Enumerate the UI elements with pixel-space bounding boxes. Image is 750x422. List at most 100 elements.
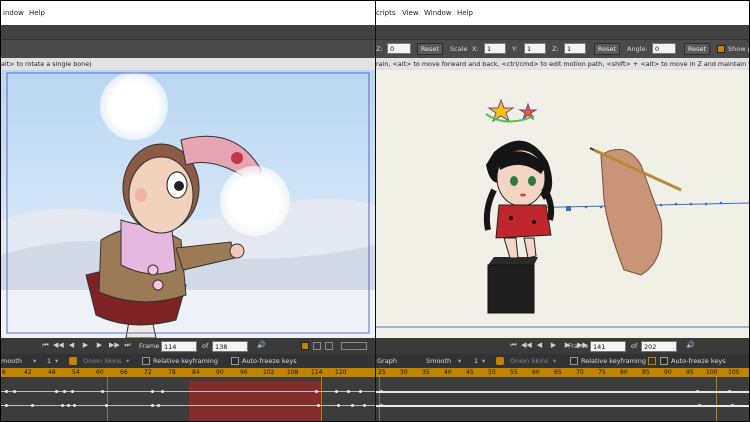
ruler-tick: 60: [96, 369, 104, 376]
menu-view[interactable]: View: [402, 9, 419, 17]
keyframe[interactable]: [67, 404, 70, 407]
scale-z-input[interactable]: 1: [564, 43, 586, 54]
ruler-tick: 80: [620, 369, 628, 376]
ruler-tick: 75: [598, 369, 606, 376]
graph-tab[interactable]: Graph: [377, 357, 397, 365]
show-path-label: Show p: [728, 45, 749, 53]
keyframe[interactable]: [73, 404, 76, 407]
frame-input[interactable]: 114: [161, 341, 197, 352]
ruler-tick: 54: [72, 369, 80, 376]
show-path-checkbox[interactable]: [717, 45, 725, 53]
keyframe[interactable]: [731, 404, 734, 407]
scale-y-input[interactable]: 1: [524, 43, 546, 54]
keyframe[interactable]: [335, 390, 338, 393]
keyframe[interactable]: [31, 404, 34, 407]
onion-skin-icon[interactable]: [496, 357, 504, 365]
total-frames-input[interactable]: 202: [641, 341, 677, 352]
left-scene: [1, 70, 375, 338]
dropdown-arrow-icon[interactable]: ▾: [482, 357, 485, 365]
keyframe[interactable]: [13, 390, 16, 393]
keyframe[interactable]: [63, 390, 66, 393]
ruler-tick: 48: [48, 369, 56, 376]
menu-scripts[interactable]: cripts: [376, 9, 396, 17]
speaker-icon[interactable]: 🔊: [257, 341, 266, 350]
dropdown-arrow-icon[interactable]: ▾: [458, 357, 461, 365]
timeline-tracks[interactable]: [376, 377, 749, 421]
interpolation-select[interactable]: Smooth: [426, 357, 451, 365]
angle-input[interactable]: 0: [652, 43, 676, 54]
keyframe[interactable]: [101, 390, 104, 393]
view-mode-icon[interactable]: [301, 342, 309, 350]
rewind-icon[interactable]: ⏮: [41, 341, 50, 350]
keyframe[interactable]: [315, 390, 318, 393]
menu-window[interactable]: indow: [3, 9, 24, 17]
step-back-icon[interactable]: ◀◀: [521, 341, 532, 350]
keyframe[interactable]: [157, 404, 160, 407]
prev-key-icon[interactable]: ◀: [67, 341, 76, 350]
frame-input[interactable]: 141: [590, 341, 626, 352]
play-icon[interactable]: ▶: [549, 341, 558, 350]
auto-freeze-checkbox[interactable]: [660, 357, 668, 365]
cycle-count[interactable]: 1: [47, 357, 51, 365]
timeline-ruler[interactable]: 25 30 35 40 45 50 55 60 65 70 75 80 85 9…: [376, 368, 749, 377]
right-canvas[interactable]: [376, 70, 749, 338]
keyframe[interactable]: [359, 390, 362, 393]
speaker-icon[interactable]: 🔊: [686, 341, 695, 350]
keyframe[interactable]: [337, 404, 340, 407]
reset-translate-button[interactable]: Reset: [417, 43, 443, 55]
end-icon[interactable]: ⏭: [123, 341, 132, 350]
total-frames-input[interactable]: 138: [212, 341, 248, 352]
scale-x-input[interactable]: 1: [484, 43, 506, 54]
keyframe[interactable]: [151, 390, 154, 393]
auto-freeze-checkbox[interactable]: [231, 357, 239, 365]
split-view-icon[interactable]: [325, 342, 333, 350]
left-canvas[interactable]: [1, 70, 375, 338]
step-back-icon[interactable]: ◀◀: [53, 341, 64, 350]
reset-angle-button[interactable]: Reset: [684, 43, 710, 55]
keyframe[interactable]: [5, 404, 8, 407]
relative-keyframing-checkbox[interactable]: [142, 357, 150, 365]
dropdown-arrow-icon[interactable]: ▾: [33, 357, 36, 365]
timeline-tracks[interactable]: [1, 377, 375, 421]
keyframe[interactable]: [363, 404, 366, 407]
prev-key-icon[interactable]: ◀: [535, 341, 544, 350]
keyframe[interactable]: [105, 404, 108, 407]
menu-window[interactable]: Window: [424, 9, 452, 17]
keyframe[interactable]: [71, 390, 74, 393]
keyframe[interactable]: [5, 390, 8, 393]
play-icon[interactable]: ▶: [81, 341, 90, 350]
dropdown-arrow-icon[interactable]: ▾: [55, 357, 58, 365]
dropdown-arrow-icon[interactable]: ▾: [126, 357, 129, 365]
timeline-ruler[interactable]: 6 42 48 54 60 66 72 78 84 90 96 102 108 …: [1, 368, 375, 377]
keyframe[interactable]: [347, 390, 350, 393]
dropdown-arrow-icon[interactable]: ▾: [553, 357, 556, 365]
next-key-icon[interactable]: ▶: [95, 341, 104, 350]
onion-skin-icon[interactable]: [69, 357, 77, 365]
cycle-count[interactable]: 1: [474, 357, 478, 365]
relative-keyframing-checkbox[interactable]: [570, 357, 578, 365]
keyframe[interactable]: [728, 390, 731, 393]
scale-label: Scale: [450, 45, 468, 53]
keyframe[interactable]: [380, 390, 383, 393]
step-forward-icon[interactable]: ▶▶: [109, 341, 120, 350]
keyframe[interactable]: [61, 404, 64, 407]
menu-help[interactable]: Help: [29, 9, 45, 17]
ruler-tick: 72: [144, 369, 152, 376]
keyframe[interactable]: [151, 404, 154, 407]
reset-scale-button[interactable]: Reset: [594, 43, 620, 55]
keyframe[interactable]: [161, 390, 164, 393]
rewind-icon[interactable]: ⏮: [509, 341, 518, 350]
keyframe[interactable]: [317, 404, 320, 407]
grid-view-icon[interactable]: [313, 342, 321, 350]
menu-help[interactable]: Help: [457, 9, 473, 17]
keyframe[interactable]: [696, 390, 699, 393]
layout-toggle-icon[interactable]: [341, 342, 367, 350]
keyframe[interactable]: [380, 404, 383, 407]
z-input[interactable]: 0: [387, 43, 411, 54]
interpolation-select[interactable]: mooth: [1, 357, 22, 365]
keyframe[interactable]: [698, 404, 701, 407]
keyframe[interactable]: [351, 404, 354, 407]
right-app-pane: cripts View Window Help Z: 0 Reset Scale…: [376, 1, 749, 421]
keyframe[interactable]: [55, 390, 58, 393]
shield-icon[interactable]: [648, 357, 656, 365]
